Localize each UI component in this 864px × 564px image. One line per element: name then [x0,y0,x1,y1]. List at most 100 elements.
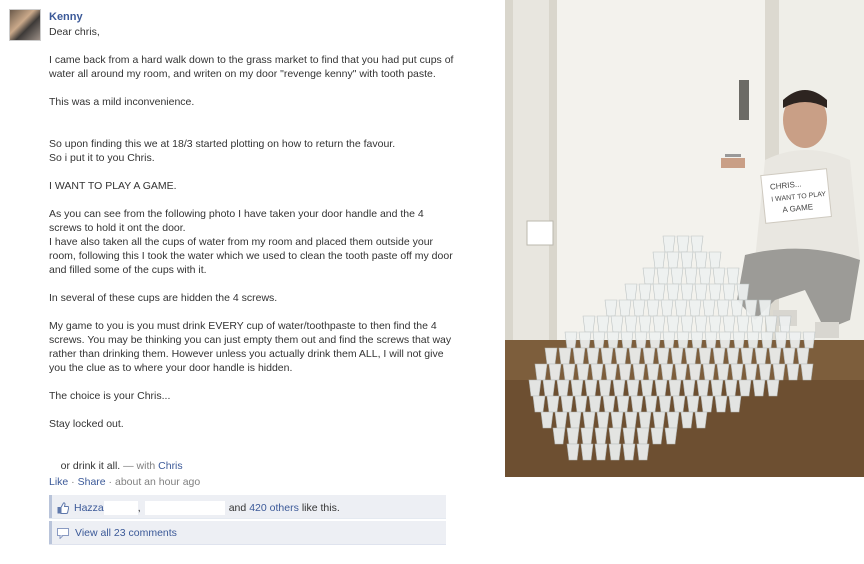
avatar[interactable] [9,9,41,41]
cup [746,331,760,349]
cup [562,363,576,381]
cup [712,267,726,285]
cup [532,395,546,413]
cup [580,443,594,461]
cup [768,347,782,365]
cup [716,363,730,381]
cup [646,299,660,317]
cup [652,251,666,269]
cup [598,379,612,397]
cup [744,299,758,317]
cup [684,267,698,285]
share-link[interactable]: Share [78,476,106,488]
cup [558,347,572,365]
cup [704,331,718,349]
cup [708,251,722,269]
timestamp-link[interactable]: about an hour ago [115,476,200,488]
liker-link[interactable]: Hazza [74,502,104,514]
cup [540,411,554,429]
cup [666,283,680,301]
cup [658,395,672,413]
cup [618,363,632,381]
cup [556,379,570,397]
cup [660,363,674,381]
cup [574,395,588,413]
cup [788,331,802,349]
cup [608,427,622,445]
cup [650,427,664,445]
cup [608,443,622,461]
cup [676,331,690,349]
cup [612,379,626,397]
cup [588,395,602,413]
cup [622,427,636,445]
post-paragraph: In several of these cups are hidden the … [49,292,278,304]
cup [564,331,578,349]
comments-bar: View all 23 comments [49,521,446,545]
cup [602,395,616,413]
cup [542,379,556,397]
cup [696,379,710,397]
cup [726,347,740,365]
cup [632,299,646,317]
view-all-comments-link[interactable]: View all 23 comments [75,527,177,539]
cup [752,379,766,397]
cup [624,411,638,429]
cup [664,427,678,445]
cup [694,411,708,429]
cup [596,411,610,429]
cup [666,251,680,269]
cup [766,379,780,397]
cup [750,315,764,333]
cup [672,395,686,413]
cup [642,267,656,285]
cup [718,331,732,349]
cup [758,299,772,317]
cup [782,347,796,365]
person-shoe [815,322,839,338]
cup [662,235,676,253]
cup [630,395,644,413]
like-link[interactable]: Like [49,476,68,488]
cup [624,315,638,333]
cup [638,411,652,429]
post-photo[interactable]: CHRIS... I WANT TO PLAY A GAME [505,0,864,477]
cup [726,267,740,285]
cup [754,347,768,365]
cup [626,379,640,397]
view-comments-row[interactable]: View all 23 comments [57,527,177,539]
post-paragraph: My game to you is you must drink EVERY c… [49,320,455,374]
cup [722,283,736,301]
post-paragraph: The choice is your Chris... [49,390,171,402]
others-link[interactable]: 420 others [249,502,299,514]
post-actions: Like · Share · about an hour ago [49,476,200,488]
cup [568,411,582,429]
cup [576,363,590,381]
cup [680,411,694,429]
post-paragraph: Stay locked out. [49,418,124,430]
separator: · [68,476,78,488]
post-paragraph: As you can see from the following photo … [49,208,453,276]
cup [716,299,730,317]
cup [680,283,694,301]
separator: · [105,476,115,488]
cup [656,347,670,365]
cup [688,299,702,317]
cup [740,347,754,365]
cup [610,411,624,429]
cup [622,443,636,461]
screws [725,154,741,157]
cup [594,443,608,461]
tagged-friend-link[interactable]: Chris [158,460,183,472]
cup [590,363,604,381]
cup [670,267,684,285]
likes-and: and [228,502,247,514]
cup [662,331,676,349]
cup [744,363,758,381]
post-author[interactable]: Kenny [49,11,83,23]
cup [722,315,736,333]
cup [554,411,568,429]
cup [800,363,814,381]
cup [698,347,712,365]
cup [702,363,716,381]
